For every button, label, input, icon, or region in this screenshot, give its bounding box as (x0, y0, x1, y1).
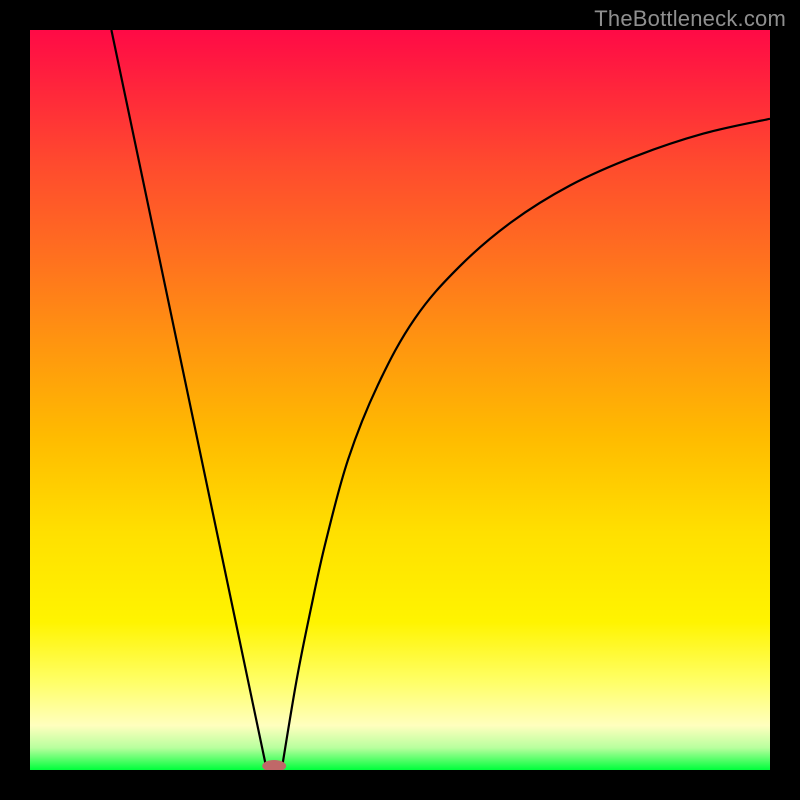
curve-right (282, 119, 770, 770)
chart-area (30, 30, 770, 770)
curve-left (111, 30, 266, 770)
chart-svg (30, 30, 770, 770)
watermark-text: TheBottleneck.com (594, 6, 786, 32)
